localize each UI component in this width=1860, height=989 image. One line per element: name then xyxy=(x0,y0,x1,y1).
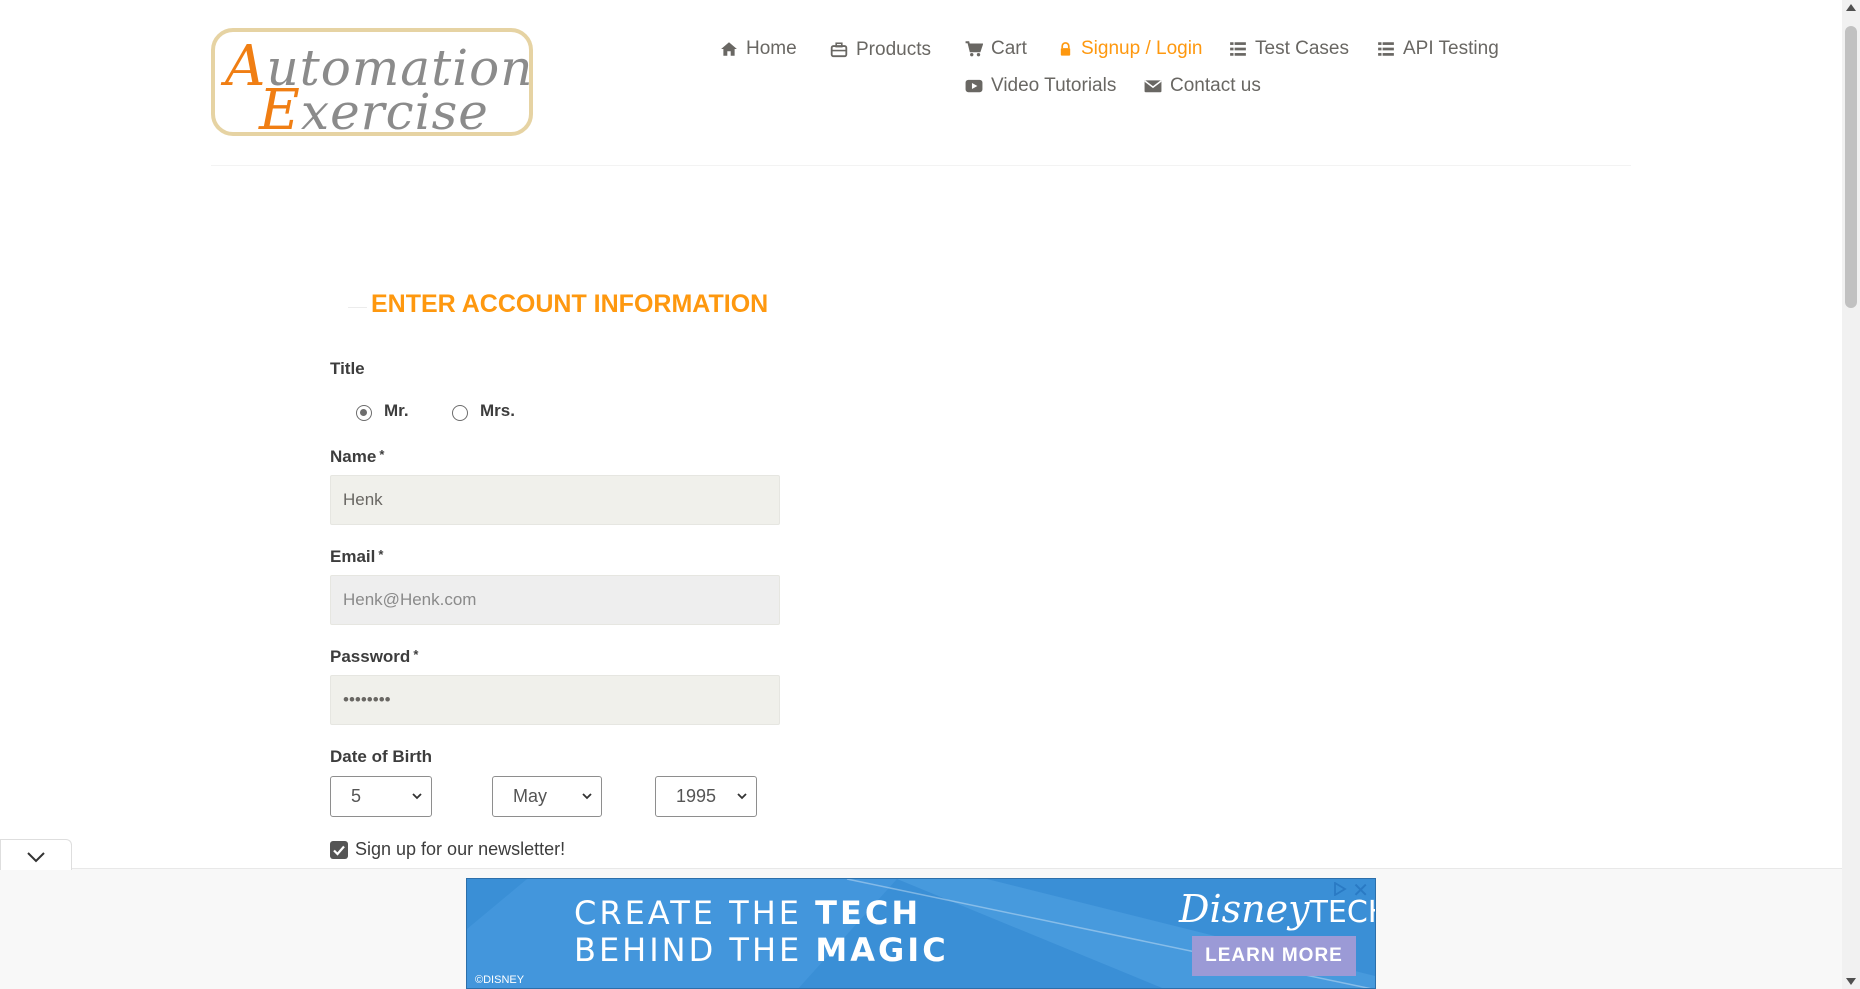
nav-cart[interactable]: Cart xyxy=(965,38,1027,60)
name-label: Name * xyxy=(330,447,385,466)
nav-home-label: Home xyxy=(746,38,797,59)
dob-day-value: 5 xyxy=(351,786,362,806)
ad-copyright: ©DISNEY xyxy=(475,974,525,986)
checkmark-icon xyxy=(333,845,345,856)
dob-year-value: 1995 xyxy=(676,786,717,806)
nav-api-testing[interactable]: API Testing xyxy=(1377,38,1499,60)
nav-signup-login[interactable]: Signup / Login xyxy=(1058,38,1203,60)
ad-learn-more-button[interactable]: LEARN MORE xyxy=(1192,936,1356,976)
dob-label: Date of Birth xyxy=(330,747,432,766)
home-icon xyxy=(721,42,737,56)
form-heading-wrap: ENTER ACCOUNT INFORMATION xyxy=(348,290,773,320)
newsletter-label[interactable]: Sign up for our newsletter! xyxy=(355,839,565,860)
header-divider xyxy=(211,165,1631,166)
nav-products[interactable]: Products xyxy=(830,39,931,61)
ad-choices-icon[interactable] xyxy=(1333,882,1347,896)
email-input[interactable] xyxy=(330,575,780,625)
ad-banner[interactable]: CREATE THE TECH BEHIND THE MAGIC DisneyT… xyxy=(466,878,1376,989)
nav-signup-login-label: Signup / Login xyxy=(1081,38,1203,59)
page-scrollbar[interactable] xyxy=(1842,0,1860,989)
list-icon xyxy=(1230,42,1246,56)
newsletter-checkbox[interactable] xyxy=(330,841,348,859)
nav-video-tutorials[interactable]: Video Tutorials xyxy=(965,75,1116,97)
dob-month-select[interactable]: May xyxy=(492,776,602,817)
scroll-down-arrow-icon[interactable] xyxy=(1846,978,1856,985)
form-heading: ENTER ACCOUNT INFORMATION xyxy=(367,290,773,319)
ad-close-icon[interactable]: ✕ xyxy=(1352,881,1369,901)
site-logo[interactable]: Automation Exercise xyxy=(211,28,533,143)
nav-home[interactable]: Home xyxy=(720,38,797,60)
password-input[interactable] xyxy=(330,675,780,725)
nav-video-tutorials-label: Video Tutorials xyxy=(991,75,1117,96)
dob-day-select[interactable]: 5 xyxy=(330,776,432,817)
lock-icon xyxy=(1060,42,1071,56)
chevron-down-icon xyxy=(582,793,592,800)
nav-cart-label: Cart xyxy=(991,38,1027,59)
email-label: Email * xyxy=(330,547,384,566)
nav-contact-us[interactable]: Contact us xyxy=(1144,75,1261,97)
nav-test-cases-label: Test Cases xyxy=(1255,38,1349,59)
cart-icon xyxy=(965,41,983,57)
title-mrs-label[interactable]: Mrs. xyxy=(480,401,515,421)
chevron-down-icon xyxy=(737,793,747,800)
chevron-down-icon xyxy=(27,852,45,863)
dob-year-select[interactable]: 1995 xyxy=(655,776,757,817)
logo-line-2: Exercise xyxy=(259,78,489,143)
nav-contact-us-label: Contact us xyxy=(1170,75,1261,96)
chevron-down-icon xyxy=(412,793,422,800)
briefcase-icon xyxy=(830,42,848,58)
envelope-icon xyxy=(1144,80,1162,93)
title-mr-label[interactable]: Mr. xyxy=(384,401,409,421)
list-icon xyxy=(1378,42,1394,56)
title-mr-radio[interactable] xyxy=(356,405,372,421)
ad-headline: CREATE THE TECH BEHIND THE MAGIC xyxy=(574,894,949,969)
youtube-play-icon xyxy=(965,79,983,93)
ad-divider xyxy=(0,868,1842,869)
ad-collapse-button[interactable] xyxy=(0,839,72,870)
title-label: Title xyxy=(330,359,365,378)
nav-api-testing-label: API Testing xyxy=(1403,38,1499,59)
dob-month-value: May xyxy=(513,786,548,806)
nav-products-label: Products xyxy=(856,39,931,60)
scroll-up-arrow-icon[interactable] xyxy=(1846,4,1856,11)
title-mrs-radio[interactable] xyxy=(452,405,468,421)
scroll-thumb[interactable] xyxy=(1845,26,1857,308)
nav-test-cases[interactable]: Test Cases xyxy=(1229,38,1349,60)
password-label: Password * xyxy=(330,647,419,666)
name-input[interactable] xyxy=(330,475,780,525)
